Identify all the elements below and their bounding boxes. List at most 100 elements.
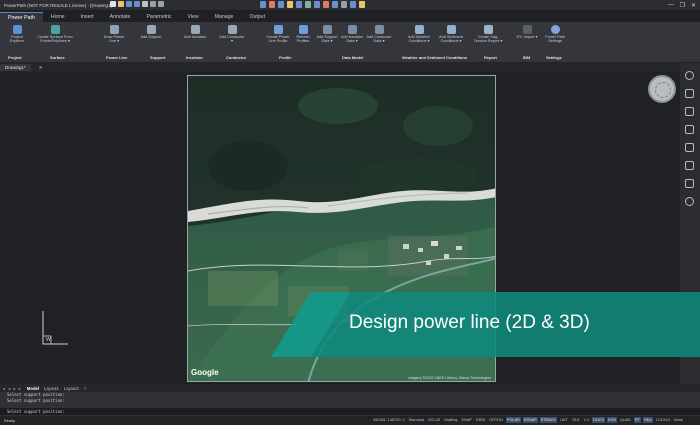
tile-toggle[interactable]: TILE [571,417,581,423]
tool-icon[interactable] [341,1,347,8]
minimize-button[interactable]: — [668,2,674,8]
layout-tab-bar: ◂ ◂ ▸ ▸ Model Layout1 Layout2 + [0,384,700,392]
add-support-data-button[interactable]: Add Support Data ▾ [316,25,338,44]
group-label-report: Report [484,55,497,60]
create-report-button[interactable]: Create Sag-Tension Report ▾ [472,25,504,44]
tool-icon[interactable] [305,1,311,8]
grid-toggle[interactable]: GRID [475,417,487,423]
add-conductor-button[interactable]: Add Conductor ▾ [218,25,246,44]
tab-view[interactable]: View [180,12,207,22]
tab-home[interactable]: Home [43,12,73,22]
close-tab-icon[interactable]: ✕ [39,65,43,71]
add-insulator-button[interactable]: Add Insulator [183,25,207,39]
esnap-toggle[interactable]: ESNAP [522,417,538,423]
close-button[interactable]: ✕ [691,2,696,9]
insulator-icon [190,25,200,34]
strack-toggle[interactable]: STRACK [539,417,558,423]
imagery-attribution: Imagery ©2020 CNES / Airbus, Maxar Techn… [408,376,491,380]
ducs-toggle[interactable]: DUCS [592,417,605,423]
conductor-icon [227,25,237,34]
create-profile-button[interactable]: Create Power Line Profile [264,25,292,44]
add-conductor-data-button[interactable]: Add Conductor Data ▾ [366,25,392,44]
workspace[interactable]: Drafting [443,417,458,423]
tab-power-path[interactable]: Power Path [0,12,43,22]
add-layout-button[interactable]: + [84,386,86,391]
polar-toggle[interactable]: POLAR [505,417,521,423]
cloud-icon[interactable] [685,197,694,206]
add-weather-conditions-button[interactable]: Add Weather Conditions ▾ [404,25,434,44]
ortho-toggle[interactable]: ORTHO [488,417,504,423]
tab-output[interactable]: Output [241,12,273,22]
layers-icon[interactable] [685,89,694,98]
view-cube[interactable] [648,75,676,103]
tab-layout2[interactable]: Layout2 [64,386,79,391]
tool-icon[interactable] [278,1,284,8]
settings-button[interactable]: Power Path Settings [541,25,569,44]
title-bar: PowerPath (NOT FOR RESALE License) - [Dr… [0,0,700,10]
layout-nav-arrows[interactable]: ◂ ◂ ▸ ▸ [3,386,22,391]
open-icon[interactable] [118,1,124,7]
tool-icon[interactable] [314,1,320,8]
maximize-button[interactable]: ❐ [680,2,685,9]
tool-icon[interactable] [260,1,266,8]
document-tab-bar: Drawing1* ✕ [0,63,700,72]
group-label-power-line: Power Line [106,55,128,60]
text-style[interactable]: Standard [408,417,425,423]
command-line: Select support position: Select support … [0,392,700,416]
tool-icon[interactable] [296,1,302,8]
tab-insert[interactable]: Insert [73,12,102,22]
tab-layout1[interactable]: Layout1 [44,386,59,391]
lightbulb-icon[interactable] [685,71,694,80]
tab-model[interactable]: Model [27,386,39,391]
save-as-icon[interactable] [134,1,140,7]
sediment-icon [446,25,456,34]
clip-icon[interactable] [685,125,694,134]
undo-icon[interactable] [150,1,156,7]
tab-annotate[interactable]: Annotate [102,12,139,22]
hka-toggle[interactable]: HKA [642,417,653,423]
add-insulator-data-button[interactable]: Add Insulator Data ▾ [340,25,364,44]
tool-icon[interactable] [359,1,365,8]
tool-icon[interactable] [269,1,275,8]
window-title: PowerPath (NOT FOR RESALE License) - [Dr… [4,2,112,8]
tool-icon[interactable] [287,1,293,8]
new-icon[interactable] [110,1,116,7]
function-icon[interactable] [685,161,694,170]
profile-icon [273,25,283,34]
annotation-scale[interactable]: None [673,417,684,423]
ifc-import-button[interactable]: IFC Import ▾ [516,25,538,39]
weather-icon [414,25,424,34]
tree-icon[interactable] [685,179,694,188]
lockui-toggle[interactable]: LOCKUI [655,417,671,423]
snap-toggle[interactable]: SNAP [460,417,472,423]
dyn-toggle[interactable]: DYN [606,417,617,423]
group-label-conductor: Conductor [226,55,247,60]
stack-icon[interactable] [685,107,694,116]
refresh-profiles-button[interactable]: Refresh Profiles [292,25,314,44]
document-tab[interactable]: Drawing1* [0,64,31,71]
draw-power-line-button[interactable]: Draw Power Line ▾ [100,25,128,44]
add-support-button[interactable]: Add Support [140,25,162,39]
tool-icon[interactable] [332,1,338,8]
support-data-icon [322,25,332,34]
tool-icon[interactable] [323,1,329,8]
tab-parametric[interactable]: Parametric [138,12,179,22]
redo-icon[interactable] [158,1,164,7]
quad-toggle[interactable]: QUAD [619,417,632,423]
tool-icon[interactable] [350,1,356,8]
window-controls: — ❐ ✕ [668,0,696,10]
save-icon[interactable] [126,1,132,7]
create-surface-button[interactable]: Create Surface From Points/Polylines ▾ [32,25,78,44]
lwt-toggle[interactable]: LWT [559,417,569,423]
add-sediment-conditions-button[interactable]: Add Sediment Conditions ▾ [436,25,466,44]
scale-readout[interactable]: 1:1 [583,417,590,423]
promo-banner: Design power line (2D & 3D) [271,292,700,357]
command-input[interactable]: Select support position: [0,408,700,415]
dim-style[interactable]: ISO-25 [427,417,441,423]
refresh-icon [298,25,308,34]
grid-icon[interactable] [685,143,694,152]
tab-manage[interactable]: Manage [207,12,242,22]
project-explorer-button[interactable]: Project Explorer [4,25,30,44]
print-icon[interactable] [142,1,148,7]
rt-toggle[interactable]: RT [633,417,641,423]
